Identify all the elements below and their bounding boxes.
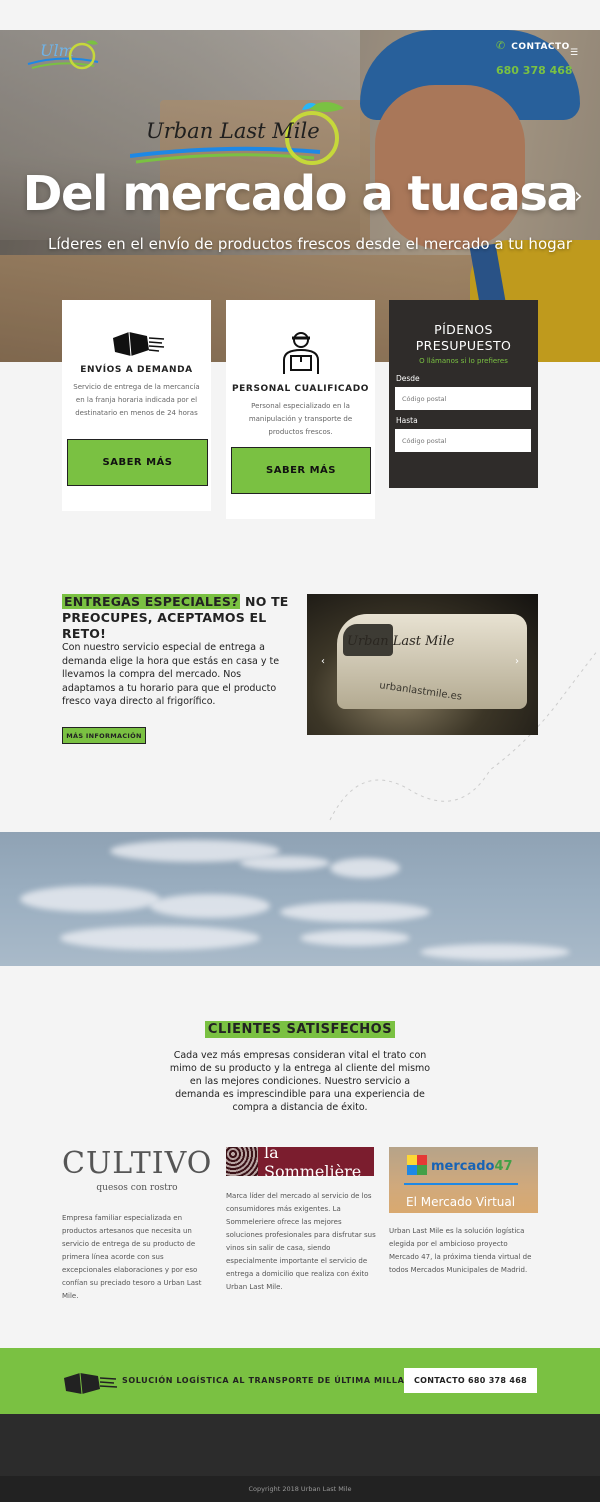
quote-form: PÍDENOS PRESUPUESTO O llámanos si lo pref…: [389, 300, 538, 488]
special-text: Con nuestro servicio especial de entrega…: [62, 642, 280, 707]
mas-informacion-button[interactable]: MÁS INFORMACIÓN: [62, 727, 146, 744]
clients-title: CLIENTES SATISFECHOS: [0, 1018, 600, 1038]
to-label: Hasta: [396, 416, 418, 425]
contact-button[interactable]: CONTACTO 680 378 468: [404, 1368, 537, 1393]
quote-title: PÍDENOS PRESUPUESTO: [415, 322, 512, 353]
card-text: Personal especializado en la manipulació…: [248, 402, 353, 436]
delivery-box-icon: [112, 331, 164, 356]
slider-next-icon[interactable]: ›: [574, 184, 583, 209]
from-postal-input[interactable]: [395, 387, 531, 410]
mercado47-logo[interactable]: mercado47 El Mercado Virtual: [389, 1147, 538, 1213]
card-text: Servicio de entrega de la mercancía en l…: [73, 383, 200, 417]
copyright: Copyright 2018 Urban Last Mile: [0, 1476, 600, 1502]
contact-label[interactable]: CONTACTO: [511, 42, 570, 52]
cultivo-logo[interactable]: CULTIVO quesos con rostro: [62, 1146, 212, 1193]
client-desc-sommeliere: Marca líder del mercado al servicio de l…: [226, 1192, 376, 1291]
delivery-person-icon: [282, 332, 319, 374]
cta-bar: SOLUCIÓN LOGÍSTICA AL TRANSPORTE DE ÚLTI…: [0, 1348, 600, 1414]
slider-next-icon[interactable]: ›: [515, 656, 519, 667]
slider-prev-icon[interactable]: ‹: [321, 656, 325, 667]
quote-hint[interactable]: O llámanos si lo prefieres: [389, 357, 538, 365]
saber-mas-button-personal[interactable]: SABER MÁS: [231, 447, 371, 494]
sommeliere-logo[interactable]: la Sommelière: [226, 1143, 374, 1181]
header-contact[interactable]: ✆ CONTACTO 680 378 468: [496, 34, 573, 77]
site-logo[interactable]: Ulm: [22, 34, 102, 78]
svg-text:Ulm: Ulm: [40, 41, 74, 60]
client-desc-mercado47: Urban Last Mile es la solución logística…: [389, 1227, 532, 1274]
client-desc-cultivo: Empresa familiar especializada en produc…: [62, 1214, 202, 1300]
to-postal-input[interactable]: [395, 429, 531, 452]
hero-title: Del mercado a tucasa: [22, 166, 579, 222]
special-title: ENTREGAS ESPECIALES? NO TE PREOCUPES, AC…: [62, 594, 289, 641]
hero-logo-text: Urban Last Mile: [146, 119, 320, 143]
clients-intro: Cada vez más empresas consideran vital e…: [169, 1050, 431, 1113]
card-title: PERSONAL CUALIFICADO: [231, 384, 370, 394]
phone-icon: ✆: [496, 39, 506, 52]
top-strip: [0, 0, 600, 30]
from-label: Desde: [396, 374, 420, 383]
image-slider[interactable]: Urban Last Mile urbanlastmile.es ‹ ›: [307, 594, 538, 735]
sky-parallax-image: [0, 832, 600, 966]
delivery-box-icon: [64, 1372, 118, 1394]
hamburger-menu-icon[interactable]: ☰: [570, 48, 578, 58]
slide-van-logo: Urban Last Mile: [347, 634, 455, 649]
cta-text: SOLUCIÓN LOGÍSTICA AL TRANSPORTE DE ÚLTI…: [122, 1376, 409, 1385]
footer: [0, 1414, 600, 1476]
hero-subtitle: Líderes en el envío de productos frescos…: [48, 235, 572, 253]
card-title: ENVÍOS A DEMANDA: [80, 365, 193, 375]
saber-mas-button-envios[interactable]: SABER MÁS: [67, 439, 208, 486]
header-phone[interactable]: 680 378 468: [496, 64, 573, 77]
